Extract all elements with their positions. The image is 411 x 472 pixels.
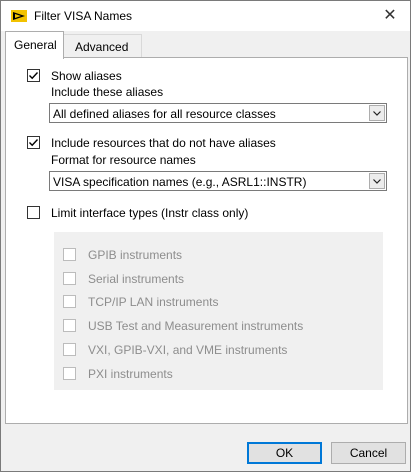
gpib-label: GPIB instruments [88,248,183,262]
limit-interface-label[interactable]: Limit interface types (Instr class only) [51,206,248,220]
format-label: Format for resource names [51,153,196,167]
usb-label: USB Test and Measurement instruments [88,319,304,333]
tcpip-checkbox[interactable] [63,295,76,308]
show-aliases-checkbox[interactable] [27,69,40,82]
include-aliases-value: All defined aliases for all resource cla… [53,107,276,121]
checkmark-icon [29,139,39,147]
vxi-checkbox[interactable] [63,343,76,356]
include-no-alias-checkbox[interactable] [27,136,40,149]
include-aliases-label: Include these aliases [51,85,164,99]
labview-arrow-icon [11,10,27,22]
tab-advanced[interactable]: Advanced [63,34,142,58]
usb-checkbox[interactable] [63,319,76,332]
include-aliases-select[interactable]: All defined aliases for all resource cla… [49,103,387,123]
serial-checkbox[interactable] [63,272,76,285]
close-icon[interactable]: ✕ [381,7,399,25]
ok-button[interactable]: OK [247,442,322,464]
dialog-window: Filter VISA Names ✕ General Advanced Sho… [0,0,411,472]
limit-interface-checkbox[interactable] [27,206,40,219]
chevron-down-icon[interactable] [369,173,385,189]
window-title: Filter VISA Names [34,9,133,23]
format-value: VISA specification names (e.g., ASRL1::I… [53,175,307,189]
cancel-button[interactable]: Cancel [331,442,406,464]
chevron-down-icon[interactable] [369,105,385,121]
serial-label: Serial instruments [88,272,185,286]
vxi-label: VXI, GPIB-VXI, and VME instruments [88,343,288,357]
tcpip-label: TCP/IP LAN instruments [88,295,219,309]
format-select[interactable]: VISA specification names (e.g., ASRL1::I… [49,171,387,191]
include-no-alias-label[interactable]: Include resources that do not have alias… [51,136,276,150]
show-aliases-label[interactable]: Show aliases [51,69,122,83]
interface-types-group: GPIB instruments Serial instruments TCP/… [54,232,383,390]
general-tab-panel: Show aliases Include these aliases All d… [5,57,408,424]
pxi-label: PXI instruments [88,367,173,381]
tab-general[interactable]: General [5,31,64,59]
tab-bar: General Advanced [5,31,405,59]
checkmark-icon [29,72,39,80]
gpib-checkbox[interactable] [63,248,76,261]
title-bar: Filter VISA Names ✕ [1,1,410,31]
pxi-checkbox[interactable] [63,367,76,380]
